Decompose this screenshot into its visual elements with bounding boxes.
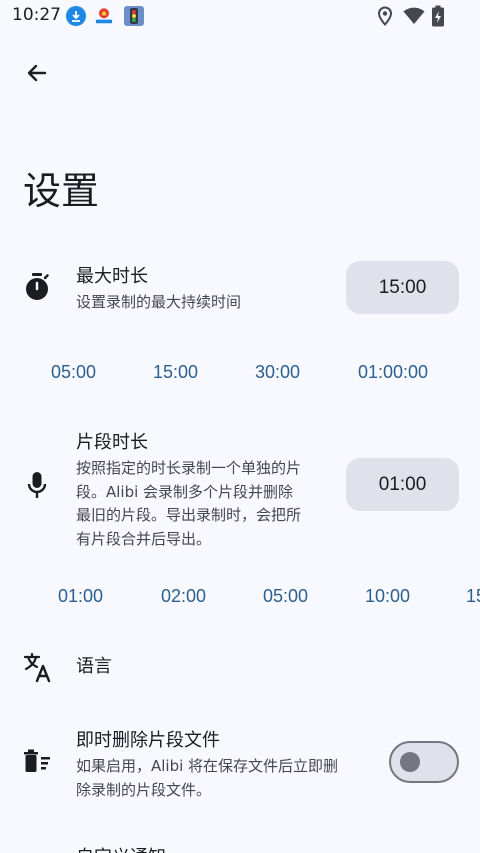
delete-segments-title: 即时删除片段文件 [76, 730, 220, 751]
download-icon [66, 6, 86, 26]
app-badge-icon [94, 6, 114, 26]
max-duration-preset-1500[interactable]: 15:00 [153, 362, 198, 383]
delete-segments-description-line: 除录制的片段文件。 [76, 780, 212, 799]
back-button[interactable] [17, 55, 57, 95]
traffic-light-icon [124, 6, 144, 26]
delete-segments-description: 如果启用，Alibi 将在保存文件后立即删 除录制的片段文件。 [76, 755, 376, 802]
max-duration-preset-3000[interactable]: 30:00 [255, 362, 300, 383]
segment-duration-description: 按照指定的时长录制一个单独的片 段。Alibi 会录制多个片段并删除 最旧的片段… [76, 457, 346, 551]
segment-duration-description-line: 有片段合并后导出。 [76, 529, 212, 548]
microphone-icon [22, 470, 52, 500]
custom-notification-title[interactable]: 自定义通知 [76, 843, 166, 853]
toggle-knob [400, 752, 420, 772]
segment-duration-title: 片段时长 [76, 432, 148, 453]
delete-segments-toggle[interactable] [389, 741, 459, 783]
segment-preset-0500[interactable]: 05:00 [263, 586, 308, 607]
max-duration-preset-010000[interactable]: 01:00:00 [358, 362, 428, 383]
segment-duration-description-line: 段。Alibi 会录制多个片段并删除 [76, 482, 294, 501]
segment-preset-1000[interactable]: 10:00 [365, 586, 410, 607]
max-duration-description: 设置录制的最大持续时间 [76, 293, 242, 311]
max-duration-title: 最大时长 [76, 266, 148, 287]
arrow-back-icon [25, 61, 49, 89]
max-duration-preset-0500[interactable]: 05:00 [51, 362, 96, 383]
delete-segments-description-line: 如果启用，Alibi 将在保存文件后立即删 [76, 757, 339, 775]
battery-charging-icon [431, 5, 445, 31]
language-title[interactable]: 语言 [76, 652, 112, 678]
wifi-icon [403, 7, 425, 29]
status-time: 10:27 [12, 5, 61, 25]
segment-duration-value-button[interactable]: 01:00 [346, 458, 459, 511]
segment-duration-description-line: 按照指定的时长录制一个单独的片 [76, 459, 302, 477]
segment-preset-0200[interactable]: 02:00 [161, 586, 206, 607]
location-icon [376, 6, 394, 30]
timer-icon [22, 272, 52, 302]
page-title: 设置 [23, 169, 100, 213]
translate-icon [21, 650, 55, 684]
max-duration-value-button[interactable]: 15:00 [346, 261, 459, 314]
segment-duration-description-line: 最旧的片段。导出录制时，会把所 [76, 506, 302, 524]
segment-preset-clip: 15:00 [466, 586, 480, 607]
segment-preset-1500[interactable]: 15:00 [466, 586, 480, 607]
segment-preset-0100[interactable]: 01:00 [58, 586, 103, 607]
delete-sweep-icon [22, 748, 52, 778]
